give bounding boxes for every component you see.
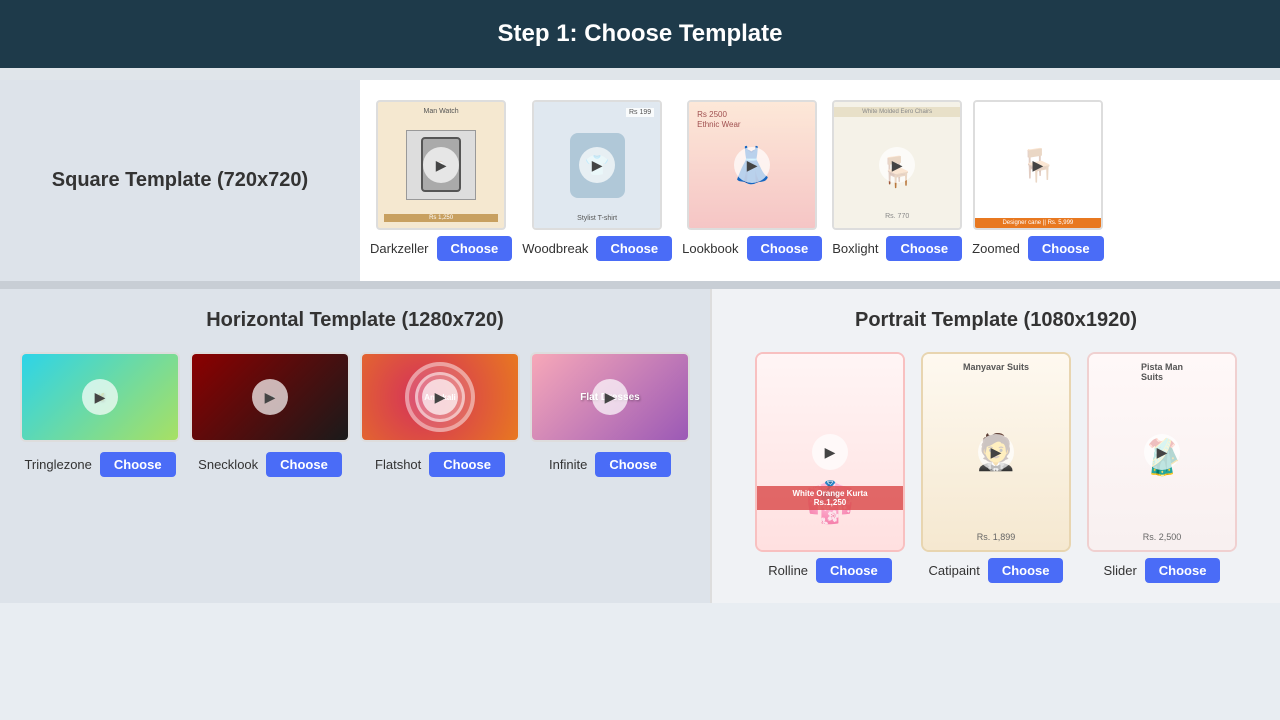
darkzeller-label-row: Darkzeller Choose	[370, 236, 512, 261]
tringlezone-choose-btn[interactable]: Choose	[100, 452, 176, 477]
h-template-tringlezone: 🌿 ▶ Tringlezone Choose	[20, 352, 180, 477]
p-card-rolline: 👘 White Orange KurtaRs.1,250 ▶ Rolline C…	[755, 352, 905, 583]
play-icon-tz[interactable]: ▶	[82, 379, 118, 415]
rolline-label-row: Rolline Choose	[768, 558, 891, 583]
lookbook-name: Lookbook	[682, 241, 738, 256]
portrait-templates-row: 👘 White Orange KurtaRs.1,250 ▶ Rolline C…	[732, 352, 1260, 583]
zoomed-name: Zoomed	[972, 241, 1020, 256]
h-template-flatshot: Anarkali ▶ Flatshot Choose	[360, 352, 520, 477]
square-section-label: Square Template (720x720)	[0, 80, 360, 281]
zoomed-thumb[interactable]: 🪑 Designer cane || Rs. 5,999 ▶	[973, 100, 1103, 230]
template-item-zoomed: 🪑 Designer cane || Rs. 5,999 ▶ Zoomed Ch…	[972, 100, 1103, 261]
template-item-woodbreak: 👕 Rs 199 Stylist T-shirt ▶ Woodbreak Cho…	[522, 100, 672, 261]
play-icon-bl[interactable]: ▶	[879, 147, 915, 183]
darkzeller-choose-btn[interactable]: Choose	[437, 236, 513, 261]
tringlezone-thumb[interactable]: 🌿 ▶	[20, 352, 180, 442]
play-icon-sr[interactable]: ▶	[1144, 434, 1180, 470]
tringlezone-name: Tringlezone	[24, 457, 91, 472]
catipaint-choose-btn[interactable]: Choose	[988, 558, 1064, 583]
h-template-snecklook: 🕶️ ▶ Snecklook Choose	[190, 352, 350, 477]
template-item-lookbook: Rs 2500 Ethnic Wear 👗 ▶ Lookbook Choose	[682, 100, 822, 261]
catipaint-name: Catipaint	[929, 563, 980, 578]
play-icon-lb[interactable]: ▶	[734, 147, 770, 183]
portrait-template-section: Portrait Template (1080x1920) 👘 White Or…	[710, 289, 1280, 603]
woodbreak-name: Woodbreak	[522, 241, 588, 256]
flatshot-label-row: Flatshot Choose	[375, 452, 505, 477]
infinite-name: Infinite	[549, 457, 587, 472]
snecklook-thumb[interactable]: 🕶️ ▶	[190, 352, 350, 442]
boxlight-name: Boxlight	[832, 241, 878, 256]
infinite-choose-btn[interactable]: Choose	[595, 452, 671, 477]
slider-thumb[interactable]: Pista ManSuits 🥻 Rs. 2,500 ▶	[1087, 352, 1237, 552]
infinite-label-row: Infinite Choose	[549, 452, 671, 477]
infinite-thumb[interactable]: Flat Dresses ▶	[530, 352, 690, 442]
flatshot-thumb[interactable]: Anarkali ▶	[360, 352, 520, 442]
p-card-catipaint: Manyavar Suits 🤵 Rs. 1,899 ▶ Catipaint C…	[921, 352, 1071, 583]
play-icon-sl[interactable]: ▶	[252, 379, 288, 415]
catipaint-label-row: Catipaint Choose	[929, 558, 1064, 583]
horizontal-template-section: Horizontal Template (1280x720) 🌿 ▶ Tring…	[0, 289, 710, 603]
page-header: Step 1: Choose Template	[0, 0, 1280, 68]
darkzeller-thumb[interactable]: Man Watch ⌚ Rs 1,250 ▶	[376, 100, 506, 230]
play-icon-inf[interactable]: ▶	[592, 379, 628, 415]
p-card-slider: Pista ManSuits 🥻 Rs. 2,500 ▶ Slider Choo…	[1087, 352, 1237, 583]
snecklook-label-row: Snecklook Choose	[198, 452, 342, 477]
flatshot-name: Flatshot	[375, 457, 421, 472]
lookbook-thumb[interactable]: Rs 2500 Ethnic Wear 👗 ▶	[687, 100, 817, 230]
play-icon-wb[interactable]: ▶	[579, 147, 615, 183]
woodbreak-thumb[interactable]: 👕 Rs 199 Stylist T-shirt ▶	[532, 100, 662, 230]
play-icon-z[interactable]: ▶	[1020, 147, 1056, 183]
rolline-choose-btn[interactable]: Choose	[816, 558, 892, 583]
play-icon-rl[interactable]: ▶	[812, 434, 848, 470]
snecklook-choose-btn[interactable]: Choose	[266, 452, 342, 477]
lookbook-choose-btn[interactable]: Choose	[747, 236, 823, 261]
catipaint-thumb[interactable]: Manyavar Suits 🤵 Rs. 1,899 ▶	[921, 352, 1071, 552]
woodbreak-choose-btn[interactable]: Choose	[596, 236, 672, 261]
section-divider	[0, 281, 1280, 289]
slider-label-row: Slider Choose	[1104, 558, 1221, 583]
slider-choose-btn[interactable]: Choose	[1145, 558, 1221, 583]
rolline-thumb[interactable]: 👘 White Orange KurtaRs.1,250 ▶	[755, 352, 905, 552]
flatshot-choose-btn[interactable]: Choose	[429, 452, 505, 477]
square-template-section: Square Template (720x720) Man Watch ⌚ Rs…	[0, 80, 1280, 281]
template-item-darkzeller: Man Watch ⌚ Rs 1,250 ▶ Darkzeller Choose	[370, 100, 512, 261]
scroll-divider	[0, 68, 1280, 80]
tringlezone-label-row: Tringlezone Choose	[24, 452, 175, 477]
template-item-boxlight: White Molded Eero Chairs 🪑 Rs. 770 ▶ Box…	[832, 100, 962, 261]
boxlight-thumb[interactable]: White Molded Eero Chairs 🪑 Rs. 770 ▶	[832, 100, 962, 230]
slider-name: Slider	[1104, 563, 1137, 578]
woodbreak-label-row: Woodbreak Choose	[522, 236, 672, 261]
play-icon-cp[interactable]: ▶	[978, 434, 1014, 470]
square-templates-row: Man Watch ⌚ Rs 1,250 ▶ Darkzeller Choose…	[360, 80, 1280, 281]
darkzeller-name: Darkzeller	[370, 241, 429, 256]
boxlight-label-row: Boxlight Choose	[832, 236, 962, 261]
bottom-area: Horizontal Template (1280x720) 🌿 ▶ Tring…	[0, 289, 1280, 603]
horizontal-templates-grid: 🌿 ▶ Tringlezone Choose 🕶️ ▶	[20, 352, 690, 477]
snecklook-name: Snecklook	[198, 457, 258, 472]
lookbook-label-row: Lookbook Choose	[682, 236, 822, 261]
h-template-infinite: Flat Dresses ▶ Infinite Choose	[530, 352, 690, 477]
boxlight-choose-btn[interactable]: Choose	[886, 236, 962, 261]
zoomed-label-row: Zoomed Choose	[972, 236, 1103, 261]
page-title: Step 1: Choose Template	[498, 20, 783, 47]
portrait-section-title: Portrait Template (1080x1920)	[732, 309, 1260, 332]
rolline-name: Rolline	[768, 563, 808, 578]
zoomed-choose-btn[interactable]: Choose	[1028, 236, 1104, 261]
play-icon-fs[interactable]: ▶	[422, 379, 458, 415]
play-icon[interactable]: ▶	[423, 147, 459, 183]
horizontal-section-title: Horizontal Template (1280x720)	[20, 309, 690, 332]
